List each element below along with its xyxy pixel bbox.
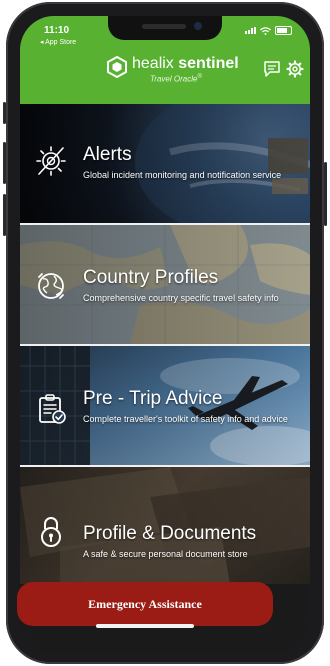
- profile-documents-tile[interactable]: Profile & Documents A safe & secure pers…: [20, 467, 310, 584]
- brand-tagline: Travel Oracle®: [150, 74, 202, 84]
- app-header: 11:10 ◂ App Store healix sentinel Travel…: [20, 16, 310, 104]
- gear-icon[interactable]: [286, 60, 304, 78]
- alert-radar-icon: [36, 146, 66, 176]
- home-indicator[interactable]: [96, 624, 194, 628]
- profile-documents-title: Profile & Documents: [83, 523, 257, 544]
- pre-trip-advice-description: Complete traveller's toolkit of safety i…: [83, 414, 288, 424]
- chat-icon[interactable]: [263, 60, 281, 78]
- padlock-icon: [41, 517, 61, 547]
- power-button: [324, 162, 327, 226]
- silent-switch: [3, 102, 6, 124]
- app-screen: 11:10 ◂ App Store healix sentinel Travel…: [20, 16, 310, 652]
- battery-icon: [275, 26, 292, 35]
- front-camera: [194, 22, 202, 30]
- status-time: 11:10: [44, 25, 70, 36]
- speaker-grille: [142, 24, 186, 29]
- country-profiles-tile[interactable]: Country Profiles Comprehensive country s…: [20, 225, 310, 344]
- clipboard-check-icon: [39, 394, 66, 424]
- volume-up-button: [3, 142, 6, 184]
- profile-documents-description: A safe & secure personal document store: [83, 549, 248, 559]
- volume-down-button: [3, 194, 6, 236]
- healix-hex-logo-icon: [107, 56, 127, 78]
- wifi-icon: [260, 26, 271, 35]
- alerts-tile[interactable]: Alerts Global incident monitoring and no…: [20, 104, 310, 223]
- brand-name: healix sentinel: [132, 55, 239, 73]
- country-profiles-title: Country Profiles: [83, 267, 219, 288]
- registered-mark: ®: [197, 74, 202, 80]
- alerts-description: Global incident monitoring and notificat…: [83, 170, 282, 180]
- notch: [108, 16, 222, 40]
- globe-icon: [38, 273, 64, 299]
- alerts-title: Alerts: [83, 144, 132, 165]
- pre-trip-advice-title: Pre - Trip Advice: [83, 388, 223, 409]
- country-profiles-description: Comprehensive country specific travel sa…: [83, 293, 279, 303]
- signal-icon: [245, 27, 256, 34]
- status-icons: [245, 26, 292, 35]
- back-to-app-store[interactable]: ◂ App Store: [40, 38, 76, 46]
- tagline-text: Travel Oracle: [150, 74, 198, 84]
- brand-light: healix: [132, 55, 179, 72]
- brand-bold: sentinel: [178, 55, 239, 72]
- pre-trip-advice-tile[interactable]: Pre - Trip Advice Complete traveller's t…: [20, 346, 310, 465]
- emergency-assistance-button[interactable]: Emergency Assistance: [17, 582, 273, 626]
